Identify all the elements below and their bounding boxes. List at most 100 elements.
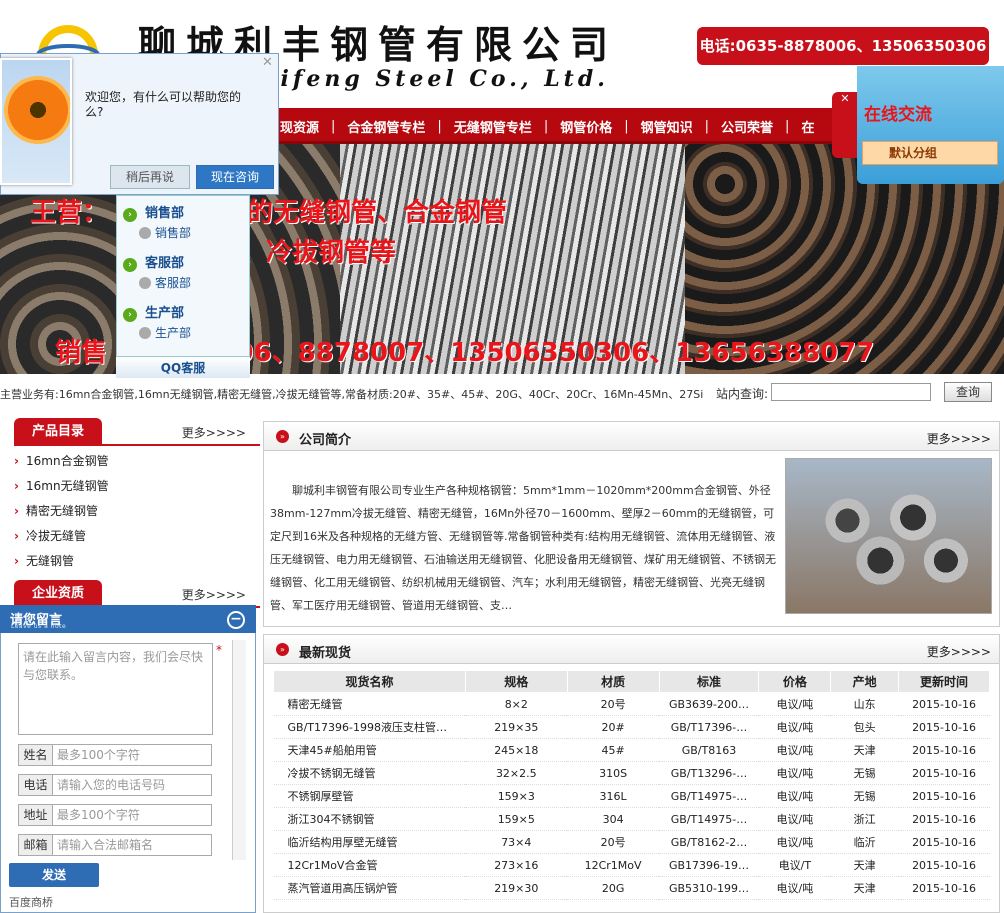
product-item[interactable]: 16mn合金钢管 (14, 449, 260, 474)
qq-group-sales[interactable]: › 销售部 (123, 202, 184, 222)
table-cell: 2015-10-16 (898, 692, 990, 716)
table-cell: 2015-10-16 (898, 876, 990, 900)
table-cell: 电议/吨 (758, 715, 831, 739)
minimize-icon[interactable]: − (227, 611, 245, 629)
products-more-link[interactable]: 更多>>>> (182, 424, 246, 441)
table-cell: GB/T17396-1998液压支柱管… (273, 715, 466, 739)
user-icon (139, 277, 151, 289)
qualification-title: 企业资质 (14, 580, 102, 608)
nav-item-alloy[interactable]: 合金钢管专栏 (335, 117, 437, 136)
close-icon[interactable]: ✕ (840, 92, 849, 105)
qualification-more-link[interactable]: 更多>>>> (182, 586, 246, 603)
qq-group-production[interactable]: › 生产部 (123, 302, 184, 322)
close-icon[interactable]: ✕ (262, 55, 273, 70)
qq-group-service[interactable]: › 客服部 (123, 252, 184, 272)
intro-image (785, 458, 992, 614)
online-group[interactable]: 默认分组 (862, 141, 998, 165)
product-item[interactable]: 精密无缝钢管 (14, 499, 260, 524)
send-button[interactable]: 发送 (9, 863, 99, 887)
table-cell: 2015-10-16 (898, 784, 990, 808)
arrow-icon: › (123, 308, 137, 322)
table-cell: 电议/吨 (758, 876, 831, 900)
table-cell: 天津 (830, 738, 899, 762)
table-row[interactable]: 精密无缝管 8×2 20号 GB3639-200… 电议/吨 山东 2015-10-16 (273, 692, 990, 716)
table-row[interactable]: 不锈钢厚壁管 159×3 316L GB/T14975-… 电议/吨 无锡 2015-10-… (273, 784, 990, 808)
table-cell: 电议/吨 (758, 807, 831, 831)
table-cell: 219×35 (465, 715, 568, 739)
table-cell: 20# (567, 715, 660, 739)
table-row[interactable]: 蒸汽管道用高压锅炉管 219×30 20G GB5310-199… 电议/吨 天津 2015… (273, 876, 990, 900)
table-cell: 天津 (830, 876, 899, 900)
message-textarea[interactable]: 请在此输入留言内容，我们会尽快与您联系。 (18, 643, 213, 735)
table-cell: 159×3 (465, 784, 568, 808)
table-cell: 山东 (830, 692, 899, 716)
table-cell: 219×30 (465, 876, 568, 900)
nav-item-seamless[interactable]: 无缝钢管专栏 (442, 117, 544, 136)
user-icon (139, 327, 151, 339)
flower-image (0, 58, 72, 185)
stock-more-link[interactable]: 更多>>>> (927, 643, 991, 660)
baidu-bridge-logo[interactable]: 百度商桥 (9, 894, 53, 910)
search-input[interactable] (771, 383, 931, 401)
product-item[interactable]: 16mn无缝钢管 (14, 474, 260, 499)
products-header: 产品目录 更多>>>> (14, 418, 260, 446)
message-form-subtitle: Leave us a note (11, 623, 67, 630)
online-widget-tab[interactable]: ✕ (832, 92, 858, 158)
table-row[interactable]: 浙江304不锈钢管 159×5 304 GB/T14975-… 电议/吨 浙江 2015-1… (273, 807, 990, 831)
intro-title: 公司简介 (299, 433, 352, 448)
table-cell: 20号 (567, 692, 660, 716)
later-button[interactable]: 稍后再说 (110, 165, 190, 189)
table-row[interactable]: GB/T17396-1998液压支柱管… 219×35 20# GB/T17396-…… (273, 715, 990, 739)
table-row[interactable]: 12Cr1MoV合金管 273×16 12Cr1MoV GB17396-19… 电议/T… (273, 853, 990, 877)
table-row[interactable]: 天津45#船舶用管 245×18 45# GB/T8163 电议/吨 天津 2015-10-… (273, 738, 990, 762)
phone-field[interactable]: 电话 请输入您的电话号码 (18, 774, 212, 796)
qq-service-footer[interactable]: QQ客服 (116, 356, 250, 378)
table-row[interactable]: 冷拔不锈钢无缝管 32×2.5 310S GB/T13296-… 电议/吨 无锡 2015-… (273, 761, 990, 785)
table-cell: 12Cr1MoV (567, 853, 660, 877)
phone-banner: 电话:0635-8878006、13506350306 (697, 27, 989, 65)
qq-member-service[interactable]: 客服部 (139, 274, 191, 291)
nav-item-knowledge[interactable]: 钢管知识 (629, 117, 705, 136)
table-cell: 2015-10-16 (898, 761, 990, 785)
table-cell: 2015-10-16 (898, 853, 990, 877)
qq-member-production[interactable]: 生产部 (139, 324, 191, 341)
table-cell: GB/T8163 (659, 738, 759, 762)
stock-title: 最新现货 (299, 646, 352, 661)
table-cell: 天津45#船舶用管 (273, 738, 466, 762)
table-cell: GB3639-200… (659, 692, 759, 716)
intro-more-link[interactable]: 更多>>>> (927, 430, 991, 447)
col-price: 价格 (758, 670, 832, 693)
products-title: 产品目录 (14, 418, 102, 446)
consult-now-button[interactable]: 现在咨询 (196, 165, 274, 189)
col-standard: 标准 (658, 670, 760, 693)
product-item[interactable]: 无缝钢管 (14, 549, 260, 574)
table-cell: 电议/吨 (758, 761, 831, 785)
nav-item-honor[interactable]: 公司荣誉 (709, 117, 785, 136)
table-cell: 2015-10-16 (898, 807, 990, 831)
search-button[interactable]: 查询 (944, 382, 992, 402)
col-updated: 更新时间 (898, 670, 990, 693)
table-cell: 电议/吨 (758, 784, 831, 808)
table-cell: GB/T14975-… (659, 807, 759, 831)
table-cell: GB/T13296-… (659, 761, 759, 785)
table-cell: 电议/吨 (758, 692, 831, 716)
product-item[interactable]: 冷拔无缝管 (14, 524, 260, 549)
name-field[interactable]: 姓名 最多100个字符 (18, 744, 212, 766)
email-field[interactable]: 邮箱 请输入合法邮箱名 (18, 834, 212, 856)
table-cell: GB/T17396-… (659, 715, 759, 739)
table-cell: 310S (567, 761, 660, 785)
table-cell: 8×2 (465, 692, 568, 716)
table-cell: GB17396-19… (659, 853, 759, 877)
table-header-row: 现货名称 规格 材质 标准 价格 产地 更新时间 (273, 670, 990, 693)
qq-member-sales[interactable]: 销售部 (139, 224, 191, 241)
nav-item-online[interactable]: 在 (789, 117, 826, 136)
qq-service-panel: › 销售部 销售部 › 客服部 客服部 › 生产部 生产部 (116, 195, 250, 378)
table-row[interactable]: 临沂结构用厚壁无缝管 73×4 20号 GB/T8162-2… 电议/吨 临沂 2015-1… (273, 830, 990, 854)
table-cell: 临沂结构用厚壁无缝管 (273, 830, 466, 854)
address-field[interactable]: 地址 最多100个字符 (18, 804, 212, 826)
table-cell: 45# (567, 738, 660, 762)
nav-item-price[interactable]: 钢管价格 (548, 117, 624, 136)
table-cell: GB5310-199… (659, 876, 759, 900)
form-scrollbar[interactable] (232, 640, 246, 860)
qualification-header: 企业资质 更多>>>> (14, 580, 260, 608)
